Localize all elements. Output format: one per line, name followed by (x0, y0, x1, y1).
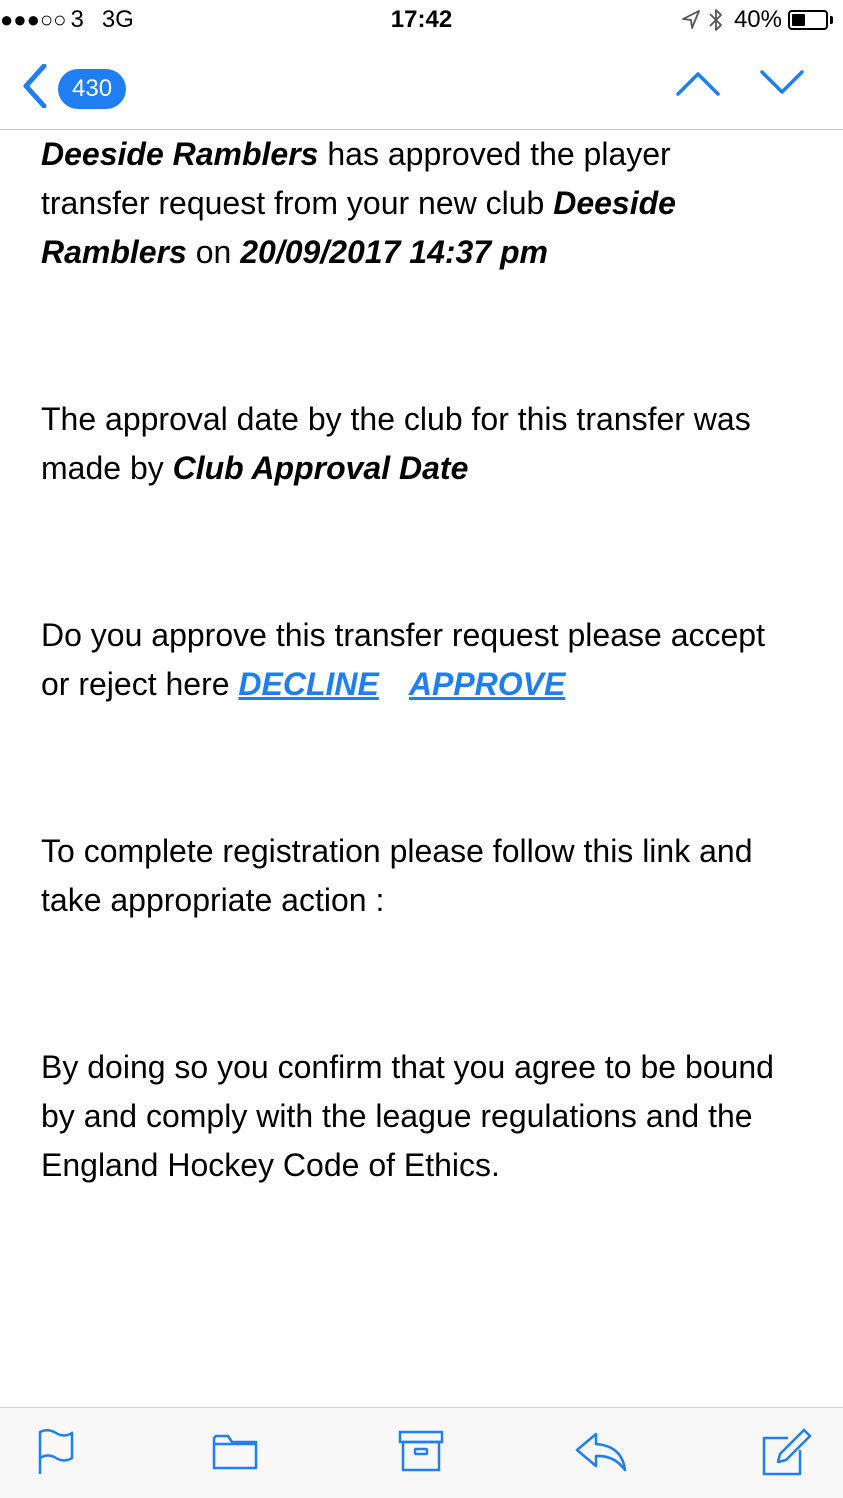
compose-icon (760, 1428, 812, 1482)
reply-icon (574, 1432, 628, 1478)
next-message-button[interactable] (760, 68, 804, 103)
battery-tip (830, 16, 833, 24)
email-body: Deeside Ramblers has approved the player… (41, 130, 781, 1190)
flag-icon (36, 1429, 76, 1480)
flag-button[interactable] (36, 1428, 76, 1481)
approval-date-paragraph: The approval date by the club for this t… (41, 395, 781, 493)
confirmation-paragraph: By doing so you confirm that you agree t… (41, 1049, 774, 1183)
approval-datetime: 20/09/2017 14:37 pm (240, 234, 548, 270)
mail-toolbar (0, 1407, 843, 1498)
battery-level (792, 14, 805, 26)
folder-icon (212, 1434, 258, 1476)
chevron-down-icon (760, 70, 804, 102)
location-icon (680, 9, 702, 31)
status-bar: ●●●○○ 3 3G 17:42 40% (0, 0, 843, 42)
registration-paragraph: To complete registration please follow t… (41, 833, 753, 918)
chevron-left-icon (22, 63, 48, 113)
previous-message-button[interactable] (676, 68, 720, 103)
chevron-up-icon (676, 72, 720, 102)
compose-button[interactable] (760, 1428, 812, 1483)
message-count-badge: 430 (58, 68, 127, 109)
archive-icon (398, 1430, 444, 1478)
bluetooth-icon (708, 7, 724, 33)
archive-button[interactable] (398, 1428, 444, 1479)
battery-percent: 40% (733, 6, 782, 33)
club-approval-date: Club Approval Date (172, 450, 469, 486)
move-to-folder-button[interactable] (212, 1428, 258, 1477)
battery-icon (788, 10, 828, 30)
approve-link[interactable]: APPROVE (409, 666, 565, 702)
status-right: 40% (680, 6, 833, 34)
back-button[interactable]: 430 (22, 63, 127, 113)
approval-paragraph: Deeside Ramblers has approved the player… (41, 130, 781, 277)
decline-link[interactable]: DECLINE (238, 666, 378, 702)
reply-button[interactable] (574, 1428, 628, 1479)
club-name: Deeside Ramblers (41, 136, 319, 172)
decision-paragraph: Do you approve this transfer request ple… (41, 611, 781, 709)
on-text: on (186, 234, 241, 270)
decision-text: Do you approve this transfer request ple… (41, 617, 765, 702)
mail-nav-bar: 430 (0, 42, 843, 130)
